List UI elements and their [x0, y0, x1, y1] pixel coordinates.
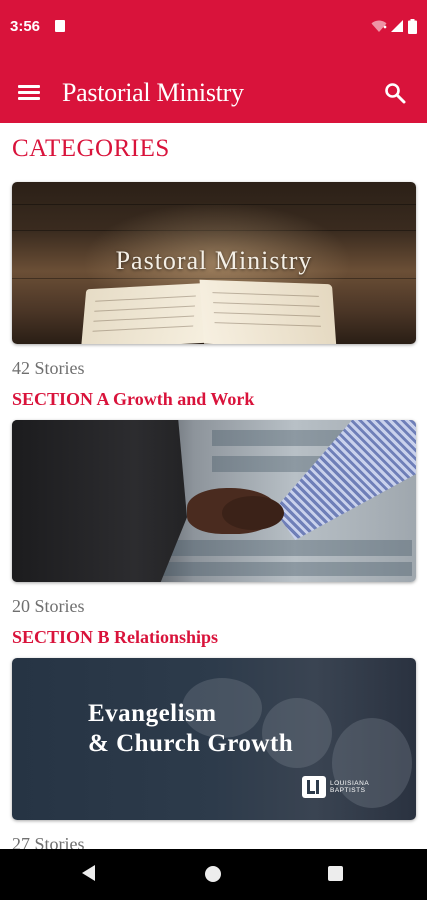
battery-icon [408, 18, 417, 34]
category-card-image-pastoral-ministry[interactable]: Pastoral Ministry [12, 182, 416, 344]
system-nav-bar [0, 849, 427, 900]
search-button[interactable] [383, 81, 407, 105]
section-title-relationships[interactable]: SECTION B Relationships [12, 627, 218, 648]
status-time: 3:56 [10, 18, 41, 35]
category-image-title-line: & Church Growth [88, 730, 294, 757]
search-icon [385, 83, 406, 104]
app-title: Pastorial Ministry [62, 78, 244, 107]
recents-icon[interactable] [328, 866, 343, 881]
building-window [152, 540, 412, 556]
handshake-hand [222, 496, 284, 530]
category-card-image-evangelism[interactable]: Evangelism & Church Growth LOUISIANA BAP… [12, 658, 416, 820]
status-bar: 3:56 [0, 0, 427, 60]
page-heading: CATEGORIES [12, 135, 170, 162]
louisiana-baptists-logo: LOUISIANA BAPTISTS [302, 776, 369, 798]
category-list[interactable]: CATEGORIES Pastoral Ministry 42 Stories … [0, 123, 427, 849]
category-image-title: Pastoral Ministry [115, 246, 313, 275]
suit-sleeve [12, 420, 187, 582]
section-title-growth-and-work[interactable]: SECTION A Growth and Work [12, 389, 254, 410]
bible-left-page [80, 282, 212, 344]
wifi-icon [371, 20, 387, 32]
menu-icon-line [18, 91, 40, 94]
story-count: 27 Stories [12, 834, 85, 849]
sd-card-icon [55, 20, 65, 32]
menu-icon-line [18, 85, 40, 88]
category-card-image-relationships[interactable] [12, 420, 416, 582]
logo-mark [302, 776, 326, 798]
story-count: 42 Stories [12, 358, 85, 378]
menu-icon-line [18, 97, 40, 100]
story-count: 20 Stories [12, 596, 85, 616]
status-icons [371, 18, 417, 34]
back-icon[interactable] [82, 865, 95, 881]
logo-text: LOUISIANA BAPTISTS [330, 780, 370, 794]
category-image-title-line: Evangelism [88, 700, 217, 727]
home-icon[interactable] [205, 866, 221, 882]
menu-button[interactable] [16, 82, 42, 102]
bible-right-page [199, 279, 337, 344]
building-window [152, 562, 412, 576]
app-bar: Pastorial Ministry [0, 60, 427, 123]
signal-icon [391, 20, 403, 32]
